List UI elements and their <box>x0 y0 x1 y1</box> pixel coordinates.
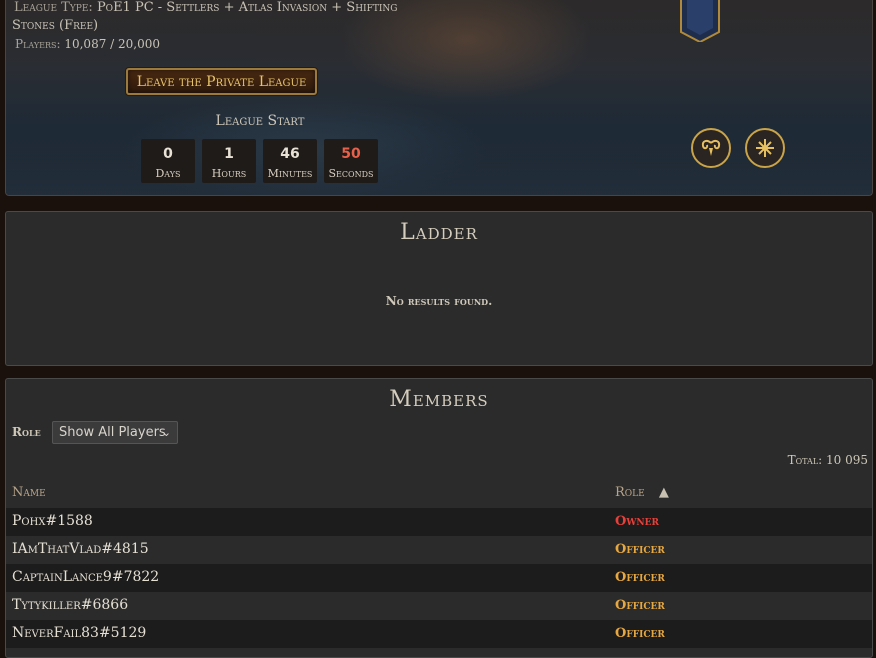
ladder-panel: Ladder No results found. <box>5 211 873 366</box>
table-row[interactable]: CaptainLance9#7822 Officer <box>6 564 872 592</box>
ladder-title: Ladder <box>400 220 478 245</box>
table-row[interactable]: Tytykiller#6866 Officer <box>6 592 872 620</box>
role-filter-label: Role <box>12 425 41 439</box>
countdown-hours-value: 1 <box>224 146 234 162</box>
role-filter-select[interactable]: Show All Players ⌄ <box>52 421 178 444</box>
member-role: Officer <box>615 542 665 557</box>
member-role: Officer <box>615 598 665 613</box>
league-type-value-cont: Stones (Free) <box>12 18 99 33</box>
members-panel: Members Role Show All Players ⌄ Total: 1… <box>5 378 873 658</box>
ram-horns-icon[interactable] <box>691 128 731 168</box>
countdown-days: 0 Days <box>141 139 195 183</box>
table-row[interactable]: IAmThatVlad#4815 Officer <box>6 536 872 564</box>
countdown-days-value: 0 <box>163 146 173 162</box>
ladder-empty-message: No results found. <box>385 294 493 308</box>
sort-ascending-icon: ▲ <box>658 485 669 500</box>
chevron-down-icon: ⌄ <box>161 426 171 439</box>
countdown-minutes: 46 Minutes <box>263 139 317 183</box>
table-row[interactable]: Pohx#1588 Owner <box>6 508 872 536</box>
column-header-role[interactable]: Role ▲ <box>615 485 669 500</box>
snowflake-cross-icon[interactable] <box>745 128 785 168</box>
role-filter-value: Show All Players <box>59 425 166 440</box>
member-role: Officer <box>615 626 665 641</box>
league-type-label: League Type: <box>14 0 93 15</box>
guild-banner-icon <box>679 0 721 44</box>
countdown-minutes-unit: Minutes <box>267 167 313 180</box>
member-name[interactable]: Tytykiller#6866 <box>12 597 128 613</box>
member-name[interactable]: CaptainLance9#7822 <box>12 569 159 585</box>
countdown-hours: 1 Hours <box>202 139 256 183</box>
league-start-label: League Start <box>215 113 305 129</box>
countdown-seconds-unit: Seconds <box>328 167 374 180</box>
players-value: 10,087 / 20,000 <box>64 37 160 51</box>
member-role: Owner <box>615 514 659 529</box>
column-header-role-label: Role <box>615 485 645 500</box>
background-art <box>6 125 872 195</box>
league-type-line: League Type: PoE1 PC - Settlers + Atlas … <box>14 0 397 15</box>
countdown-hours-unit: Hours <box>211 167 247 180</box>
member-name[interactable]: IAmThatVlad#4815 <box>12 541 149 557</box>
countdown-seconds-value: 50 <box>341 146 361 162</box>
member-name[interactable]: NeverFail83#5129 <box>12 625 146 641</box>
members-total: Total: 10 095 <box>787 453 868 467</box>
countdown-minutes-value: 46 <box>280 146 300 162</box>
countdown-days-unit: Days <box>155 167 181 180</box>
members-title: Members <box>389 387 489 412</box>
league-info-panel: League Type: PoE1 PC - Settlers + Atlas … <box>5 0 873 196</box>
players-label: Players: <box>15 37 61 51</box>
member-role: Officer <box>615 570 665 585</box>
players-line: Players: 10,087 / 20,000 <box>15 37 160 51</box>
leave-league-button[interactable]: Leave the Private League <box>126 68 317 95</box>
countdown-seconds: 50 Seconds <box>324 139 378 183</box>
member-name[interactable]: Pohx#1588 <box>12 513 93 529</box>
league-type-value: PoE1 PC - Settlers + Atlas Invasion + Sh… <box>96 0 398 15</box>
column-header-name[interactable]: Name <box>12 485 46 500</box>
